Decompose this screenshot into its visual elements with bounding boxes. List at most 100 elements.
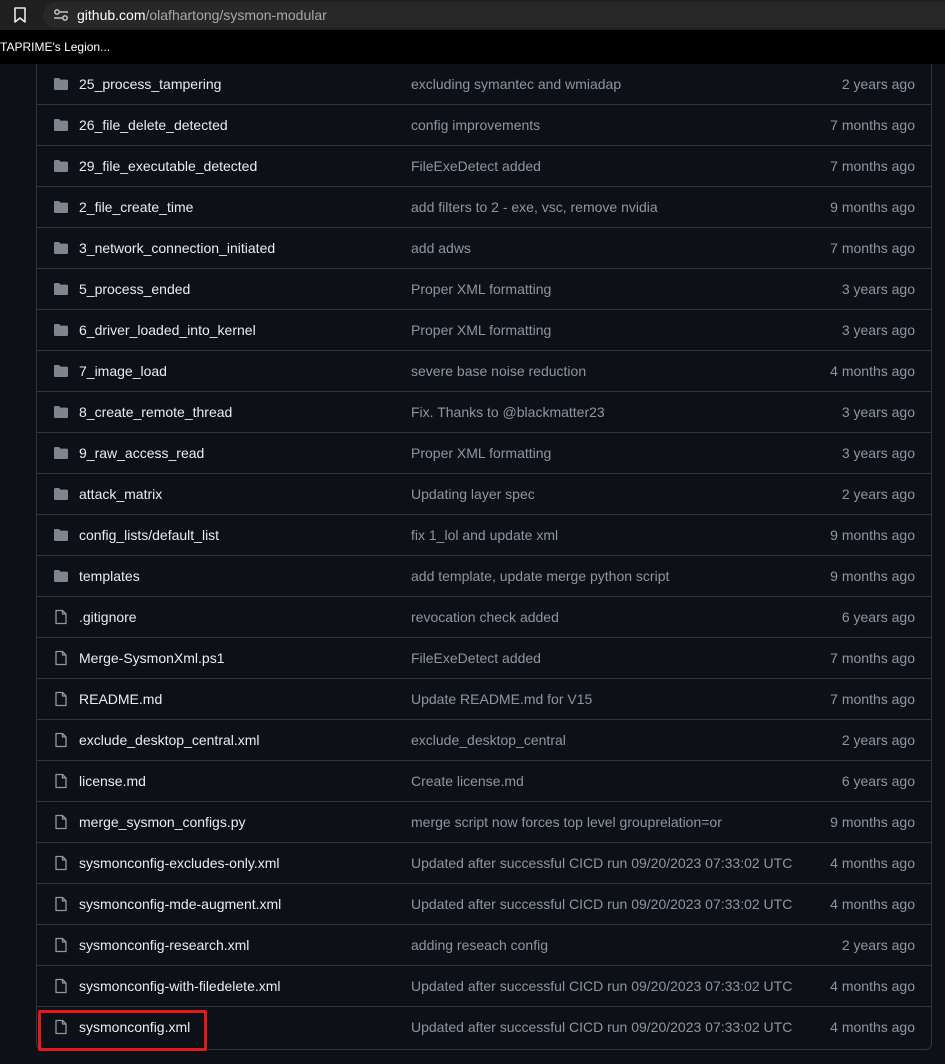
folder-row[interactable]: 26_file_delete_detected config improvemen…: [37, 105, 931, 146]
commit-message-link[interactable]: Proper XML formatting: [411, 445, 551, 461]
commit-message-link[interactable]: Updating layer spec: [411, 486, 535, 502]
commit-message-link[interactable]: excluding symantec and wmiadap: [411, 76, 621, 92]
folder-icon: [53, 117, 69, 133]
folder-row[interactable]: 29_file_executable_detected FileExeDetect…: [37, 146, 931, 187]
folder-row[interactable]: 6_driver_loaded_into_kernel Proper XML fo…: [37, 310, 931, 351]
file-name-link[interactable]: 26_file_delete_detected: [79, 117, 228, 133]
file-row[interactable]: exclude_desktop_central.xml exclude_deskt…: [37, 720, 931, 761]
commit-message-link[interactable]: Updated after successful CICD run 09/20/…: [411, 896, 792, 912]
file-name-link[interactable]: license.md: [79, 773, 146, 789]
file-name-link[interactable]: sysmonconfig.xml: [79, 1019, 190, 1035]
commit-message-link[interactable]: Updated after successful CICD run 09/20/…: [411, 855, 792, 871]
file-name-link[interactable]: sysmonconfig-research.xml: [79, 937, 249, 953]
file-row[interactable]: sysmonconfig-mde-augment.xml Updated afte…: [37, 884, 931, 925]
file-row[interactable]: Merge-SysmonXml.ps1 FileExeDetect added 7 …: [37, 638, 931, 679]
commit-date: 2 years ago: [841, 486, 915, 502]
folder-row[interactable]: 3_network_connection_initiated add adws 7 …: [37, 228, 931, 269]
file-name-link[interactable]: 29_file_executable_detected: [79, 158, 257, 174]
commit-date: 7 months ago: [830, 240, 915, 256]
commit-message-link[interactable]: revocation check added: [411, 609, 559, 625]
file-name-link[interactable]: Merge-SysmonXml.ps1: [79, 650, 225, 666]
file-icon: [53, 937, 69, 953]
folder-row[interactable]: attack_matrix Updating layer spec 2 years …: [37, 474, 931, 515]
file-name-link[interactable]: 2_file_create_time: [79, 199, 193, 215]
commit-date: 4 months ago: [830, 855, 915, 871]
file-name-link[interactable]: sysmonconfig-excludes-only.xml: [79, 855, 279, 871]
commit-message-link[interactable]: Updated after successful CICD run 09/20/…: [411, 1019, 792, 1035]
file-name-link[interactable]: 25_process_tampering: [79, 76, 221, 92]
commit-message-link[interactable]: add adws: [411, 240, 471, 256]
file-row[interactable]: sysmonconfig-with-filedelete.xml Updated …: [37, 966, 931, 1007]
folder-icon: [53, 363, 69, 379]
url-text[interactable]: github.com/olafhartong/sysmon-modular: [77, 7, 327, 23]
commit-message-link[interactable]: add filters to 2 - exe, vsc, remove nvid…: [411, 199, 658, 215]
tune-icon[interactable]: [53, 8, 69, 22]
file-name-link[interactable]: 5_process_ended: [79, 281, 190, 297]
folder-row[interactable]: templates add template, update merge pyth…: [37, 556, 931, 597]
file-name-link[interactable]: sysmonconfig-with-filedelete.xml: [79, 978, 281, 994]
commit-message-link[interactable]: config improvements: [411, 117, 540, 133]
commit-message-link[interactable]: Create license.md: [411, 773, 524, 789]
folder-row[interactable]: 8_create_remote_thread Fix. Thanks to @bl…: [37, 392, 931, 433]
url-path: /olafhartong/sysmon-modular: [145, 7, 327, 23]
file-name-link[interactable]: attack_matrix: [79, 486, 162, 502]
commit-date: 3 years ago: [841, 445, 915, 461]
commit-date: 4 months ago: [830, 896, 915, 912]
file-name-link[interactable]: .gitignore: [79, 609, 137, 625]
file-name-link[interactable]: sysmonconfig-mde-augment.xml: [79, 896, 281, 912]
folder-icon: [53, 281, 69, 297]
commit-message-link[interactable]: add template, update merge python script: [411, 568, 669, 584]
folder-row[interactable]: 7_image_load severe base noise reduction 4…: [37, 351, 931, 392]
commit-message-link[interactable]: Fix. Thanks to @blackmatter23: [411, 404, 605, 420]
folder-row[interactable]: 5_process_ended Proper XML formatting 3 ye…: [37, 269, 931, 310]
commit-date: 3 years ago: [841, 281, 915, 297]
bookmark-page-button[interactable]: [0, 0, 40, 30]
file-icon: [53, 691, 69, 707]
file-name-link[interactable]: 6_driver_loaded_into_kernel: [79, 322, 256, 338]
file-name-link[interactable]: merge_sysmon_configs.py: [79, 814, 246, 830]
commit-message-link[interactable]: Proper XML formatting: [411, 281, 551, 297]
file-name-link[interactable]: config_lists/default_list: [79, 527, 219, 543]
folder-icon: [53, 568, 69, 584]
commit-message-link[interactable]: FileExeDetect added: [411, 650, 541, 666]
commit-message-link[interactable]: Update README.md for V15: [411, 691, 592, 707]
commit-message-link[interactable]: FileExeDetect added: [411, 158, 541, 174]
file-row[interactable]: license.md Create license.md 6 years ago: [37, 761, 931, 802]
page-content: 25_process_tampering excluding symantec a…: [0, 64, 945, 1064]
commit-message-link[interactable]: Proper XML formatting: [411, 322, 551, 338]
file-row[interactable]: README.md Update README.md for V15 7 month…: [37, 679, 931, 720]
file-icon: [53, 896, 69, 912]
file-row[interactable]: sysmonconfig-excludes-only.xml Updated af…: [37, 843, 931, 884]
file-name-link[interactable]: 3_network_connection_initiated: [79, 240, 275, 256]
folder-row[interactable]: 2_file_create_time add filters to 2 - exe…: [37, 187, 931, 228]
folder-icon: [53, 404, 69, 420]
file-row[interactable]: sysmonconfig-research.xml adding reseach …: [37, 925, 931, 966]
file-name-link[interactable]: exclude_desktop_central.xml: [79, 732, 260, 748]
commit-message-link[interactable]: Updated after successful CICD run 09/20/…: [411, 978, 792, 994]
file-name-link[interactable]: 8_create_remote_thread: [79, 404, 232, 420]
file-name-link[interactable]: templates: [79, 568, 140, 584]
commit-message-link[interactable]: exclude_desktop_central: [411, 732, 566, 748]
commit-message-link[interactable]: fix 1_lol and update xml: [411, 527, 558, 543]
folder-row[interactable]: 25_process_tampering excluding symantec a…: [37, 64, 931, 105]
folder-row[interactable]: config_lists/default_list fix 1_lol and u…: [37, 515, 931, 556]
file-name-link[interactable]: 9_raw_access_read: [79, 445, 204, 461]
file-icon: [53, 650, 69, 666]
file-row[interactable]: sysmonconfig.xml Updated after successful…: [37, 1007, 931, 1048]
file-name-link[interactable]: README.md: [79, 691, 162, 707]
folder-icon: [53, 76, 69, 92]
folder-icon: [53, 486, 69, 502]
folder-icon: [53, 199, 69, 215]
bookmarks-bar: TAPRIME's Legion...: [0, 30, 945, 64]
commit-date: 2 years ago: [841, 76, 915, 92]
commit-message-link[interactable]: merge script now forces top level groupr…: [411, 814, 722, 830]
folder-row[interactable]: 9_raw_access_read Proper XML formatting 3 …: [37, 433, 931, 474]
file-name-link[interactable]: 7_image_load: [79, 363, 167, 379]
file-row[interactable]: merge_sysmon_configs.py merge script now …: [37, 802, 931, 843]
address-bar[interactable]: github.com/olafhartong/sysmon-modular: [43, 2, 945, 28]
commit-message-link[interactable]: adding reseach config: [411, 937, 548, 953]
file-row[interactable]: .gitignore revocation check added 6 years …: [37, 597, 931, 638]
commit-message-link[interactable]: severe base noise reduction: [411, 363, 586, 379]
commit-date: 9 months ago: [830, 568, 915, 584]
bookmark-item[interactable]: TAPRIME's Legion...: [0, 40, 110, 54]
